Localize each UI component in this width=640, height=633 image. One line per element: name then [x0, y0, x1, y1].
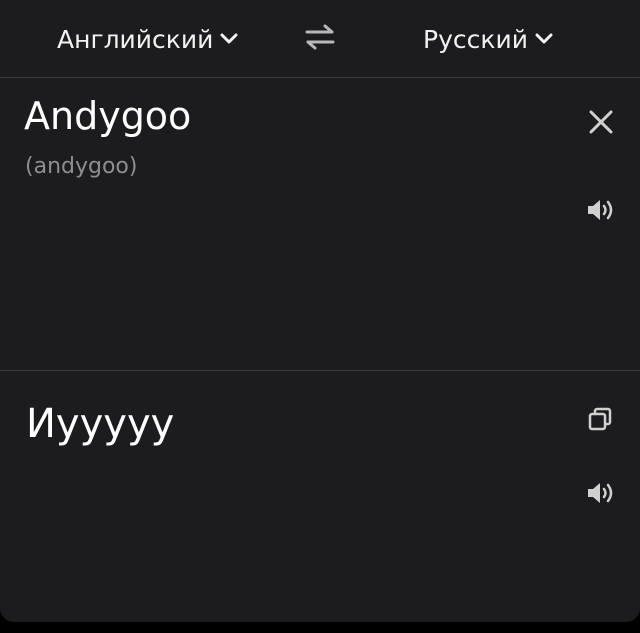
chevron-down-icon: [220, 33, 238, 45]
swap-languages-button[interactable]: [304, 23, 336, 55]
clear-button[interactable]: [585, 108, 617, 140]
target-language-selector[interactable]: Русский: [423, 22, 553, 56]
speaker-icon: [586, 481, 616, 509]
copy-icon: [588, 407, 612, 435]
target-language-label: Русский: [423, 24, 528, 54]
language-bar: Английский Русский: [0, 0, 640, 78]
source-text-input[interactable]: Andygoo: [24, 94, 191, 138]
source-language-label: Английский: [57, 24, 214, 54]
translator-app: Английский Русский Andygoo (andygoo) Иуу…: [0, 0, 640, 622]
source-speak-button[interactable]: [584, 198, 618, 226]
source-transliteration: (andygoo): [25, 154, 138, 179]
speaker-icon: [586, 198, 616, 226]
source-panel[interactable]: Andygoo (andygoo): [0, 78, 640, 371]
translation-panel: Иууууу: [0, 371, 640, 622]
source-language-selector[interactable]: Английский: [57, 22, 238, 56]
translation-speak-button[interactable]: [584, 481, 618, 509]
copy-button[interactable]: [586, 407, 614, 435]
swap-icon: [304, 23, 336, 55]
close-icon: [588, 109, 614, 139]
chevron-down-icon: [535, 33, 553, 45]
translation-text: Иууууу: [26, 401, 175, 447]
